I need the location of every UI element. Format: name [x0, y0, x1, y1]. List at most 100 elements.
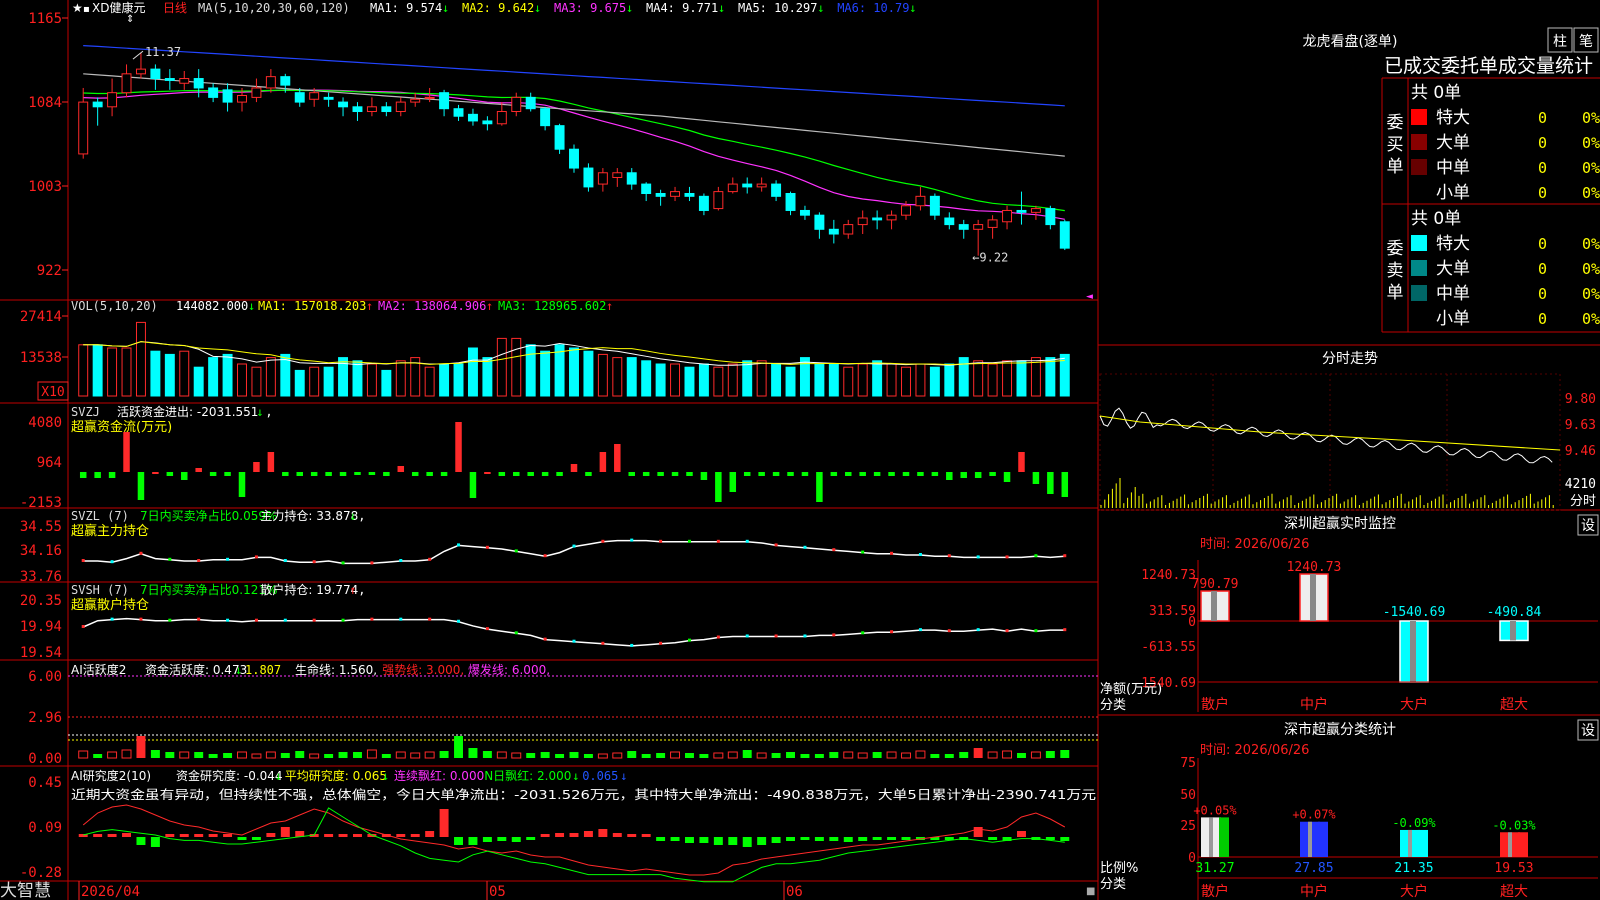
ai1-bar	[915, 750, 926, 759]
svzj-bar	[556, 472, 563, 476]
volume-bar	[222, 353, 233, 397]
ai2-summary: 近期大资金虽有异动，但持续性不强，总体偏空，今日大单净流出：-2031.526万…	[71, 787, 1096, 802]
svsh-dot	[341, 618, 345, 622]
candle-body	[107, 92, 118, 108]
ai1-bar	[930, 754, 940, 758]
volume-bar	[814, 363, 825, 397]
main-chart-canvas[interactable]: ★ ▪ XD健康元 日线 MA(5,10,20,30,60,120) MA1: …	[0, 0, 1600, 900]
vol-unit: X10	[41, 385, 64, 400]
ai2-bar	[468, 837, 478, 845]
svzl-dot	[399, 559, 403, 562]
classify-bar-edge	[1318, 821, 1328, 857]
classify-ylabel: 比例%	[1100, 861, 1138, 876]
sell-swatch	[1411, 310, 1427, 326]
classify-value: 31.27	[1195, 861, 1234, 876]
svzj-bar	[455, 422, 462, 472]
volume-chart: VOL(5,10,20) 144082.000 ↓ MA1: 157018.203 ↑ M…	[71, 299, 1070, 397]
svzj-bar	[960, 472, 967, 478]
volume-bar	[453, 363, 464, 397]
sell-swatch	[1411, 285, 1427, 301]
ai1-bar	[496, 751, 507, 759]
svsh-dot	[81, 625, 85, 628]
ai2-bar	[526, 837, 536, 840]
ma6-value: MA6: 10.79	[837, 1, 909, 15]
svzj-bar	[354, 472, 361, 475]
ai1-bar	[843, 751, 854, 759]
ai1-bar	[93, 754, 103, 758]
volume-bar	[135, 321, 146, 397]
svzl-dot	[630, 538, 634, 542]
ai1-bar	[194, 752, 204, 758]
ai2-bar	[511, 837, 521, 842]
ma-params: MA(5,10,20,30,60,120)	[198, 1, 350, 15]
dragon-title: 龙虎看盘(逐单)	[1303, 33, 1398, 50]
svzj-bar	[816, 472, 823, 502]
svzl-dot	[947, 554, 951, 558]
ai1-bar	[468, 748, 478, 758]
ai1-bar	[872, 752, 882, 758]
vol-ma3: MA3: 128965.602	[498, 299, 606, 313]
ai2-y-tick: -0.28	[20, 865, 62, 881]
candle-body	[958, 224, 969, 230]
ai1-bar	[150, 750, 160, 758]
candle-body	[525, 96, 536, 110]
svsh-dot	[254, 618, 258, 622]
svsh-dot	[716, 635, 720, 639]
buy-row-name: 大单	[1436, 133, 1470, 153]
ai1-bar	[569, 752, 579, 758]
ai2-bar	[569, 833, 579, 837]
volume-bar	[1030, 357, 1041, 397]
volume-bar	[366, 363, 377, 397]
svsh-dot	[197, 617, 201, 621]
volume-bar	[612, 357, 623, 397]
buy-row-vol: 0	[1538, 184, 1547, 202]
volume-bar	[569, 347, 579, 397]
ai2-bar	[396, 834, 406, 837]
svzj-bar	[527, 472, 534, 476]
sell-row-name: 中单	[1436, 284, 1470, 304]
svsh-dot	[399, 617, 403, 621]
candle-body	[496, 111, 507, 125]
intraday-vol-label: 分时	[1570, 494, 1596, 509]
ai1-bar	[1060, 750, 1070, 758]
buy-side-char: 单	[1387, 157, 1404, 177]
svzj-y-tick: 4080	[28, 415, 62, 431]
sell-row-vol: 0	[1538, 260, 1547, 278]
ai2-bar	[872, 837, 882, 840]
svzj-bar	[498, 472, 506, 476]
ai1-bar	[511, 752, 522, 759]
svsh-dot	[428, 617, 432, 621]
intraday-y-tick: 9.46	[1565, 444, 1596, 459]
candle-body	[338, 101, 349, 108]
svzj-bar	[801, 472, 809, 476]
svzl-label: 主力持仓: 33.878	[260, 508, 358, 523]
monitor-y-tick: 0	[1188, 615, 1196, 630]
svsh-dot	[543, 637, 547, 641]
ai2-bar	[641, 834, 651, 837]
x-axis-label: 2026/04	[81, 884, 140, 900]
ai1-bar	[338, 752, 348, 758]
candle-body	[756, 183, 767, 188]
svzj-bar	[902, 472, 910, 476]
ai2-bar	[136, 837, 146, 845]
monitor-bar-shade	[1510, 621, 1516, 641]
svsh-dot	[918, 628, 922, 632]
ai2-bar	[540, 834, 550, 837]
ai2-bar	[1017, 831, 1026, 837]
candle-body	[222, 89, 233, 103]
svsh-dot	[601, 641, 605, 645]
monitor-category: 超大	[1500, 697, 1528, 713]
volume-bar	[929, 366, 940, 397]
svzj-bar	[931, 472, 939, 476]
volume-bar	[540, 350, 551, 397]
ai2-bar	[742, 837, 752, 847]
candle-body	[771, 183, 782, 197]
ai1-y-tick: 6.00	[28, 669, 62, 685]
svzj-label: 活跃资金进出: -2031.551	[117, 404, 258, 419]
ai-research-chart: AI研究度2(10) 资金研究度: -0.044↓ 平均研究度: 0.065↓ 连续飘…	[71, 768, 1096, 883]
ai1-bar	[78, 750, 89, 759]
candle-body	[237, 95, 247, 103]
ai2-bar	[786, 837, 795, 841]
candle-body	[915, 195, 926, 207]
candle-body	[1059, 221, 1070, 249]
